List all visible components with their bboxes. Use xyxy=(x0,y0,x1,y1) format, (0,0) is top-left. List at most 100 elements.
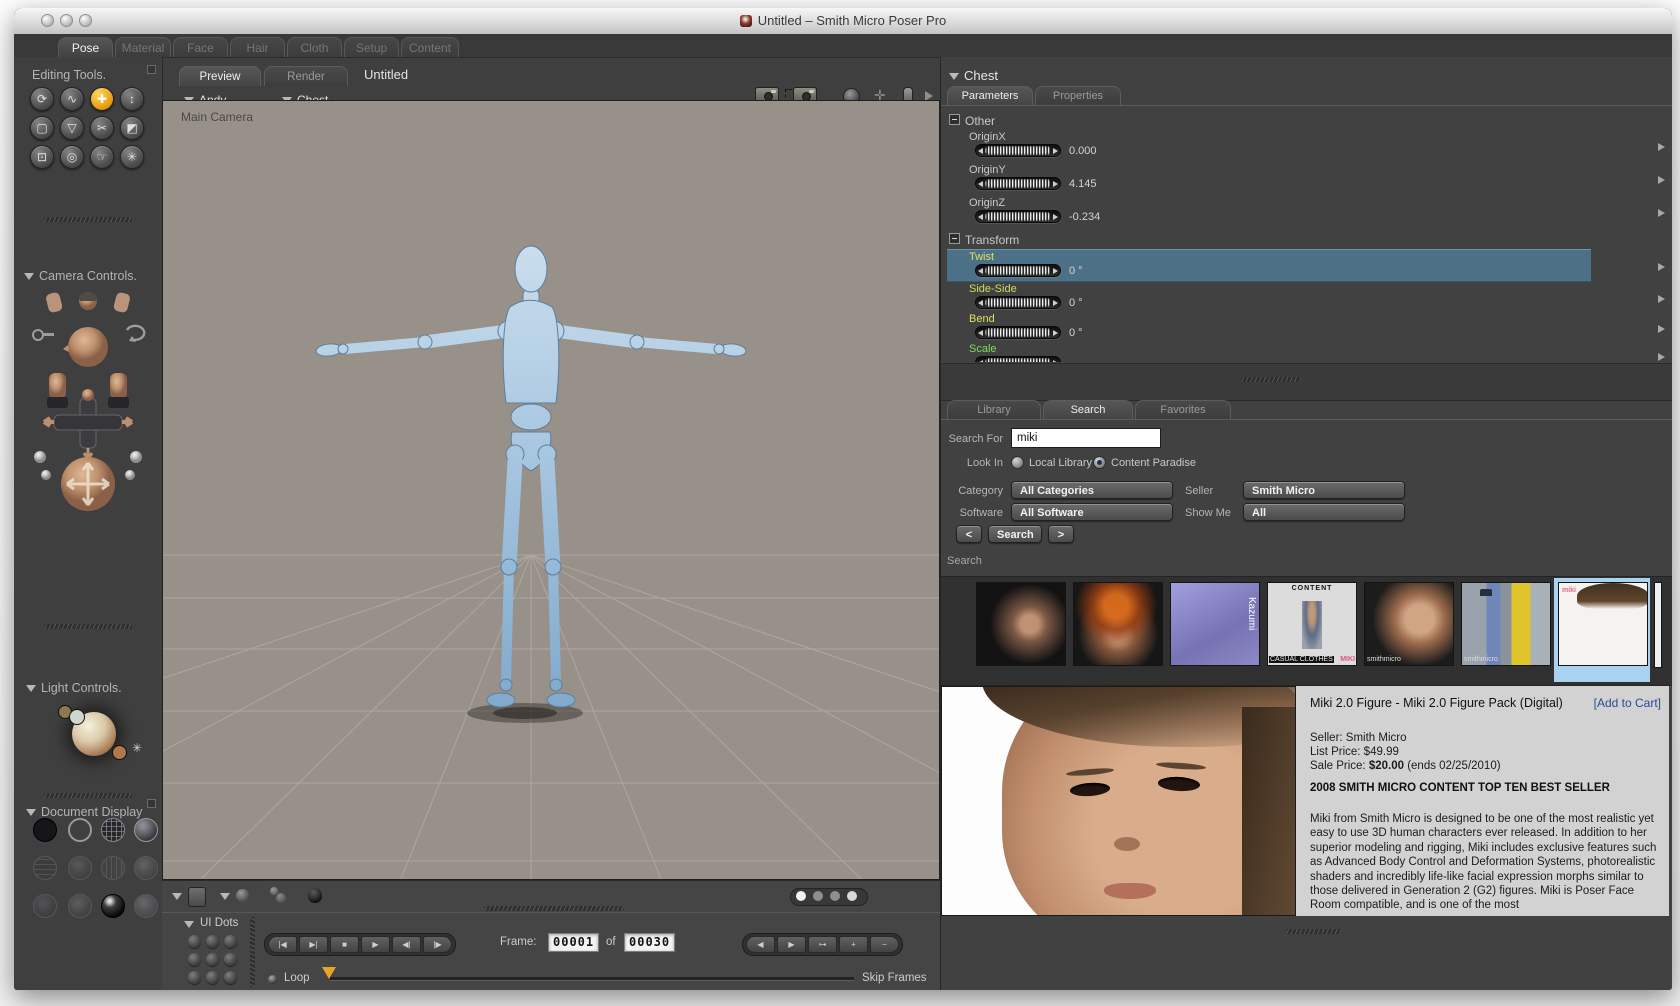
seller-dropdown[interactable]: Smith Micro xyxy=(1243,481,1405,499)
view-magnifier-tool-icon[interactable]: ◎ xyxy=(60,145,84,169)
display-dot-icon[interactable] xyxy=(847,891,857,901)
tab-material[interactable]: Material xyxy=(115,37,171,57)
delete-keyframe-button[interactable]: − xyxy=(870,936,899,953)
rotate-tool-icon[interactable]: ⟳ xyxy=(30,87,54,111)
depth-cue-toggle-icon[interactable] xyxy=(188,887,206,907)
tab-cloth[interactable]: Cloth xyxy=(287,37,342,57)
tab-pose[interactable]: Pose xyxy=(58,37,113,57)
ui-dot[interactable] xyxy=(206,953,219,966)
result-thumb-2[interactable] xyxy=(1073,582,1163,666)
display-dot-icon[interactable] xyxy=(813,891,823,901)
scale-tool-icon[interactable]: ▢ xyxy=(30,116,54,140)
taper-tool-icon[interactable]: ▽ xyxy=(60,116,84,140)
param-dial-scale-clipped[interactable] xyxy=(975,356,1061,362)
param-value-twist[interactable]: 0 ° xyxy=(1069,265,1083,277)
section-resize-box[interactable] xyxy=(147,799,156,808)
direct-manipulation-tool-icon[interactable]: ✳ xyxy=(120,145,144,169)
radio-local-library[interactable] xyxy=(1011,456,1024,469)
light-controls-header[interactable]: Light Controls. xyxy=(26,679,122,697)
search-input[interactable] xyxy=(1011,428,1161,448)
translate-pull-tool-icon[interactable]: ✚ xyxy=(90,87,114,111)
software-dropdown[interactable]: All Software xyxy=(1011,503,1173,521)
tracking-menu-icon[interactable] xyxy=(220,893,230,900)
param-dial-originz[interactable] xyxy=(975,210,1061,223)
radio-content-paradise-label[interactable]: Content Paradise xyxy=(1111,457,1196,469)
add-keyframe-button[interactable]: + xyxy=(839,936,868,953)
param-value-bend[interactable]: 0 ° xyxy=(1069,327,1083,339)
display-style-smooth-shaded-icon[interactable] xyxy=(68,894,92,918)
twist-tool-icon[interactable]: ∿ xyxy=(60,87,84,111)
param-menu-arrow-icon[interactable] xyxy=(1658,295,1665,303)
radio-content-paradise[interactable] xyxy=(1093,456,1106,469)
param-menu-arrow-icon[interactable] xyxy=(1658,176,1665,184)
camera-controls-header[interactable]: Camera Controls. xyxy=(24,267,137,285)
param-value-side-side[interactable]: 0 ° xyxy=(1069,297,1083,309)
tab-properties[interactable]: Properties xyxy=(1035,86,1121,105)
tracking-ball-icon[interactable] xyxy=(236,889,249,902)
step-forward-button[interactable]: |▶ xyxy=(423,936,452,953)
result-thumb-7-selected[interactable]: miki xyxy=(1558,582,1648,666)
add-to-cart-link[interactable]: [Add to Cart] xyxy=(1594,696,1661,710)
category-dropdown[interactable]: All Categories xyxy=(1011,481,1173,499)
tab-content[interactable]: Content xyxy=(401,37,459,57)
translate-inout-tool-icon[interactable]: ↕ xyxy=(120,87,144,111)
play-button[interactable]: ▶ xyxy=(361,936,390,953)
tab-favorites[interactable]: Favorites xyxy=(1135,400,1231,419)
result-thumb-1[interactable] xyxy=(976,582,1066,666)
light-dot-2[interactable] xyxy=(69,709,85,725)
result-thumb-5[interactable]: smithmicro xyxy=(1364,582,1454,666)
tab-hair[interactable]: Hair xyxy=(230,37,285,57)
ui-dots-divider[interactable] xyxy=(250,917,255,987)
show-me-dropdown[interactable]: All xyxy=(1243,503,1405,521)
current-frame-field[interactable]: 00001 xyxy=(548,933,600,952)
param-value-originy[interactable]: 4.145 xyxy=(1069,178,1097,190)
display-dot-icon[interactable] xyxy=(830,891,840,901)
last-frame-button[interactable]: ▶| xyxy=(299,936,328,953)
ui-dot[interactable] xyxy=(206,935,219,948)
camera-controls-cluster[interactable] xyxy=(21,285,155,513)
grouping-tool-icon[interactable]: ⊡ xyxy=(30,145,54,169)
param-menu-arrow-icon[interactable] xyxy=(1658,325,1665,333)
section-grip[interactable] xyxy=(44,217,132,222)
display-style-hidden-line-icon[interactable] xyxy=(134,818,158,842)
search-button[interactable]: Search xyxy=(988,525,1042,543)
ui-dot[interactable] xyxy=(224,971,237,984)
tab-face[interactable]: Face xyxy=(173,37,228,57)
timeline-track[interactable] xyxy=(330,977,854,981)
ui-dot[interactable] xyxy=(224,953,237,966)
collapse-group-transform[interactable] xyxy=(949,233,960,244)
chain-break-tool-icon[interactable]: ✂ xyxy=(90,116,114,140)
param-value-originx[interactable]: 0.000 xyxy=(1069,145,1097,157)
param-dial-side-side[interactable] xyxy=(975,296,1061,309)
bottom-panel-grip[interactable] xyxy=(1286,929,1342,934)
ui-dot[interactable] xyxy=(188,971,201,984)
radio-local-library-label[interactable]: Local Library xyxy=(1029,457,1092,469)
collapse-group-other[interactable] xyxy=(949,114,960,125)
display-style-texture-shaded-icon[interactable] xyxy=(134,894,158,918)
display-style-outline-icon[interactable] xyxy=(68,818,92,842)
next-page-button[interactable]: > xyxy=(1048,525,1074,543)
param-dial-twist[interactable] xyxy=(975,264,1061,277)
param-menu-arrow-icon[interactable] xyxy=(1658,263,1665,271)
result-thumb-4[interactable]: CONTENT CASUAL CLOTHES MIKI xyxy=(1267,582,1357,666)
param-dial-originx[interactable] xyxy=(975,144,1061,157)
depth-cue-menu-icon[interactable] xyxy=(172,893,182,900)
tab-search[interactable]: Search xyxy=(1043,400,1133,419)
ui-dots-menu-icon[interactable] xyxy=(184,921,194,928)
param-menu-arrow-icon[interactable] xyxy=(1658,209,1665,217)
ui-dot[interactable] xyxy=(224,935,237,948)
tab-setup[interactable]: Setup xyxy=(344,37,399,57)
edit-keyframes-key-button[interactable]: ⊶ xyxy=(808,936,837,953)
param-menu-arrow-icon[interactable] xyxy=(1658,353,1665,361)
morphing-tool-icon[interactable]: ☞ xyxy=(90,145,114,169)
prev-page-button[interactable]: < xyxy=(956,525,982,543)
display-style-cartoon-icon[interactable] xyxy=(134,856,158,880)
timeline-grip[interactable] xyxy=(484,906,624,911)
total-frames-field[interactable]: 00030 xyxy=(624,933,676,952)
next-keyframe-button[interactable]: ▶ xyxy=(777,936,806,953)
tab-render[interactable]: Render xyxy=(264,66,348,86)
display-style-wireframe-icon[interactable] xyxy=(101,818,125,842)
ui-dot[interactable] xyxy=(188,953,201,966)
display-style-silhouette-icon[interactable] xyxy=(33,818,57,842)
ui-dot[interactable] xyxy=(188,935,201,948)
